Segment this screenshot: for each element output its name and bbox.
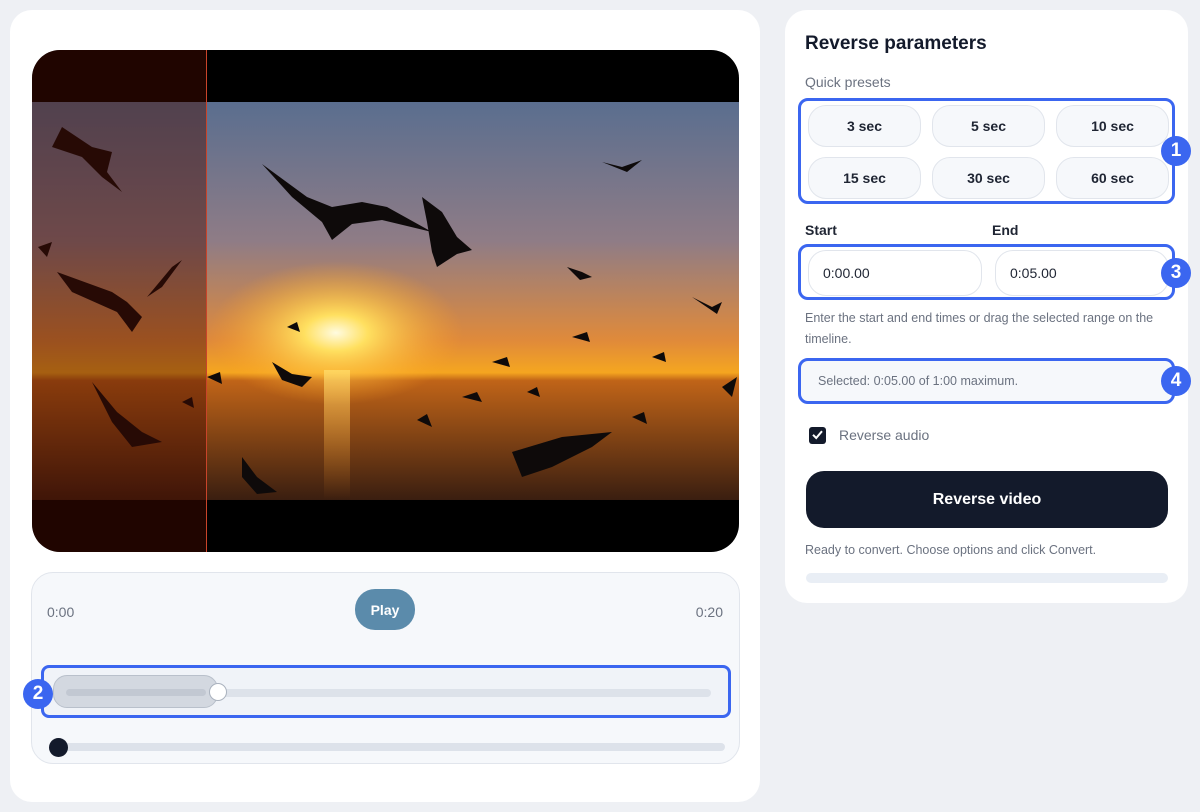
preset-5-sec-button[interactable]: 5 sec [932,105,1045,147]
video-editor-card: 0:00 Play 0:20 [10,10,760,802]
annotation-badge-1: 1 [1161,136,1191,166]
preset-30-sec-button[interactable]: 30 sec [932,157,1045,199]
start-time-input[interactable] [808,250,982,296]
presets-label: Quick presets [805,74,891,90]
range-end-handle[interactable] [209,683,227,701]
preset-60-sec-button[interactable]: 60 sec [1056,157,1169,199]
start-label: Start [805,222,837,238]
selected-range-fill [66,689,206,696]
reverse-audio-checkbox[interactable] [809,427,826,444]
quick-presets: 3 sec 5 sec 10 sec 15 sec 30 sec 60 sec [798,98,1175,204]
preset-10-sec-button[interactable]: 10 sec [1056,105,1169,147]
selection-summary-text: Selected: 0:05.00 of 1:00 maximum. [818,374,1019,388]
check-icon [812,430,823,440]
help-text: Enter the start and end times or drag th… [805,311,1154,346]
annotation-badge-4: 4 [1161,366,1191,396]
range-selector[interactable] [41,665,731,718]
progress-bar [806,573,1168,583]
panel-title: Reverse parameters [805,33,987,54]
timeline-start-time: 0:00 [47,604,75,620]
annotation-badge-3: 3 [1161,258,1191,288]
video-preview[interactable] [32,50,739,552]
annotation-badge-2: 2 [23,679,53,709]
playhead-track[interactable] [51,743,725,751]
timeline-panel: 0:00 Play 0:20 [31,572,740,764]
preset-15-sec-button[interactable]: 15 sec [808,157,921,199]
preset-3-sec-button[interactable]: 3 sec [808,105,921,147]
playhead-knob[interactable] [49,738,68,757]
time-fields [798,244,1175,300]
play-button[interactable]: Play [355,589,415,630]
reverse-video-button[interactable]: Reverse video [806,471,1168,528]
end-time-input[interactable] [995,250,1169,296]
trimmed-region-overlay [32,50,207,552]
status-text: Ready to convert. Choose options and cli… [805,543,1097,557]
timeline-end-time: 0:20 [695,604,723,620]
reverse-parameters-panel: Reverse parameters Quick presets 3 sec 5… [785,10,1188,603]
reverse-audio-label[interactable]: Reverse audio [839,427,929,443]
selected-range[interactable] [53,675,218,708]
selection-summary: Selected: 0:05.00 of 1:00 maximum. [798,358,1175,404]
end-label: End [992,222,1019,238]
